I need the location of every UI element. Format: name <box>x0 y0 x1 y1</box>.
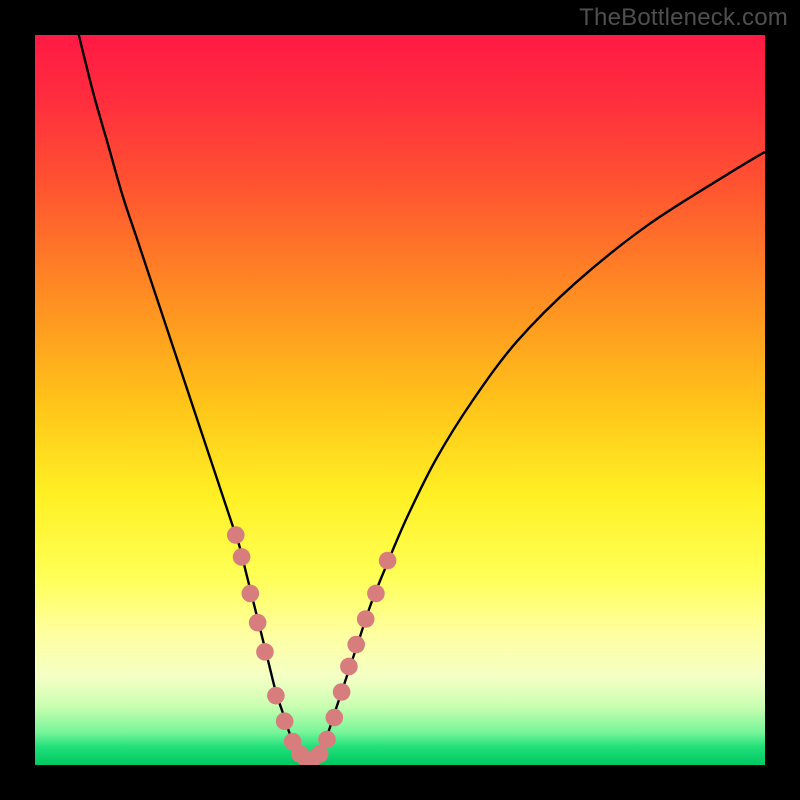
watermark-text: TheBottleneck.com <box>579 4 788 32</box>
marker-dot <box>357 610 375 628</box>
marker-dot <box>326 709 344 727</box>
marker-dot <box>227 526 245 544</box>
gradient-background <box>35 35 765 765</box>
marker-dot <box>276 712 294 730</box>
marker-dot <box>256 643 274 661</box>
marker-dot <box>379 552 397 570</box>
chart-svg <box>35 35 765 765</box>
marker-dot <box>340 658 358 676</box>
marker-dot <box>233 548 251 566</box>
marker-dot <box>367 585 385 603</box>
marker-dot <box>318 731 336 749</box>
marker-dot <box>267 687 285 705</box>
marker-dot <box>347 636 365 654</box>
chart-frame: TheBottleneck.com <box>0 0 800 800</box>
marker-dot <box>333 683 351 701</box>
marker-dot <box>249 614 267 632</box>
marker-dot <box>242 585 260 603</box>
plot-area <box>35 35 765 765</box>
